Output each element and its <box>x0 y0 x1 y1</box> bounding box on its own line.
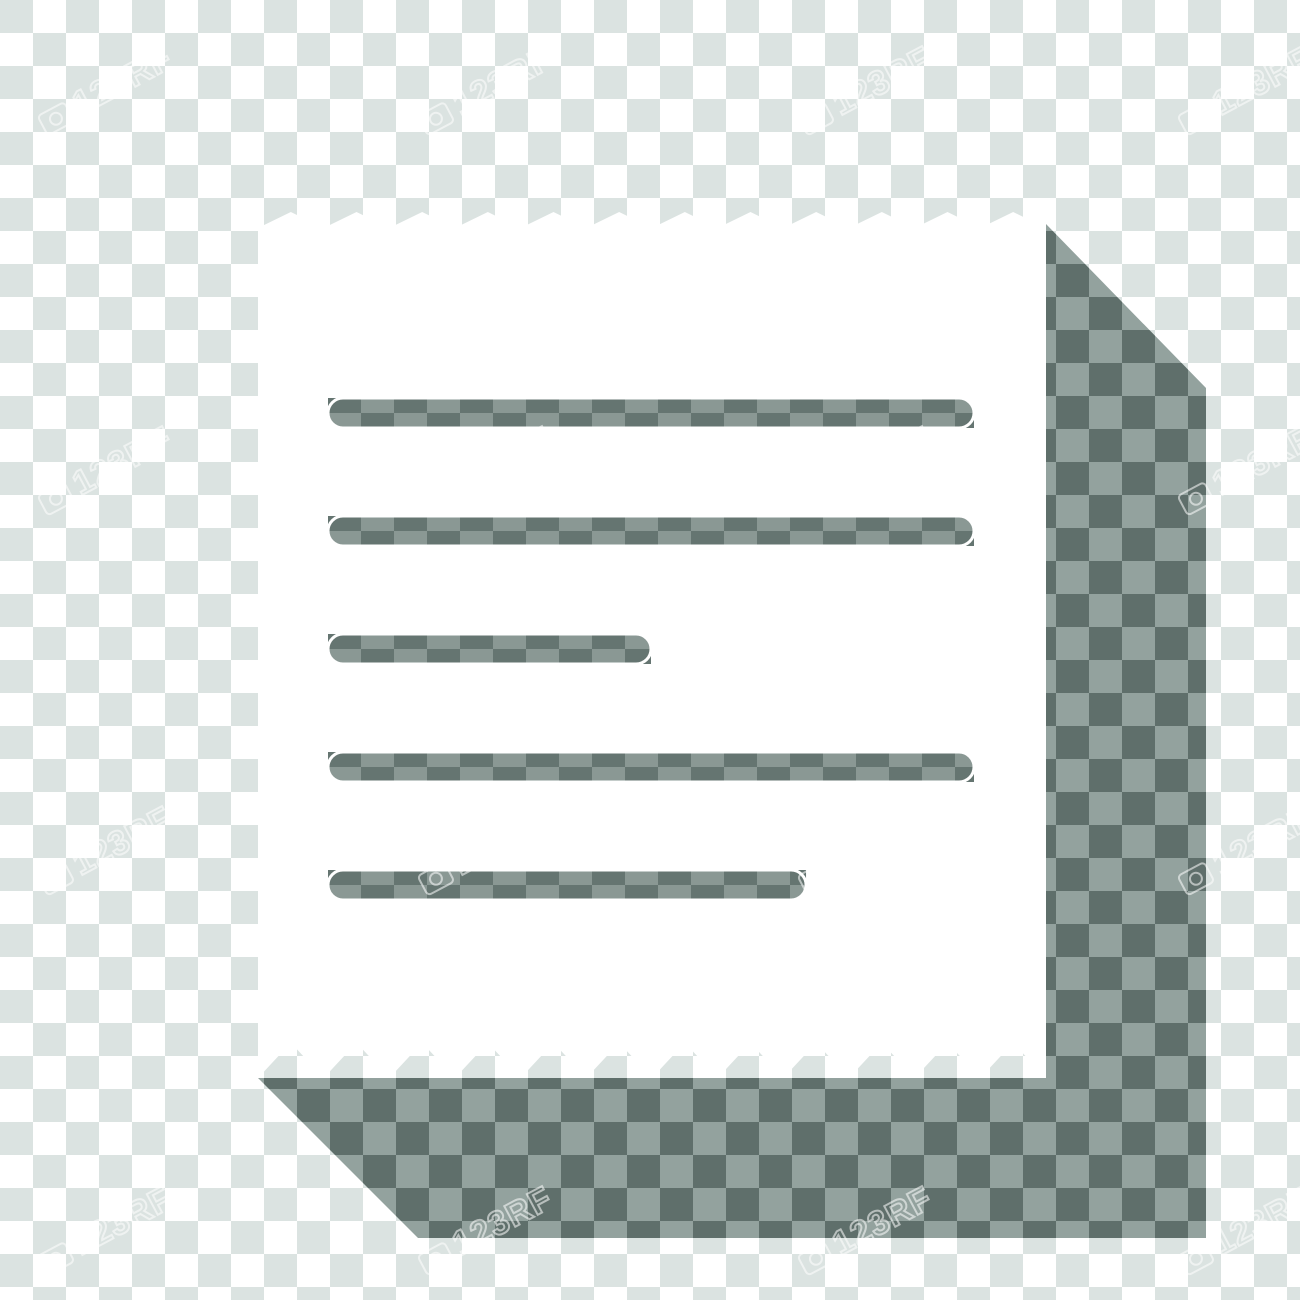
receipt-line <box>326 868 808 902</box>
receipt-icon <box>258 212 1046 1078</box>
receipt-line <box>326 396 976 430</box>
receipt-line <box>326 750 976 784</box>
icon-canvas: 123RF 123RF 123RF 123RF123RF 123RF 123RF 123RF… <box>0 0 1300 1300</box>
receipt-line <box>326 514 976 548</box>
receipt-line <box>326 632 653 666</box>
